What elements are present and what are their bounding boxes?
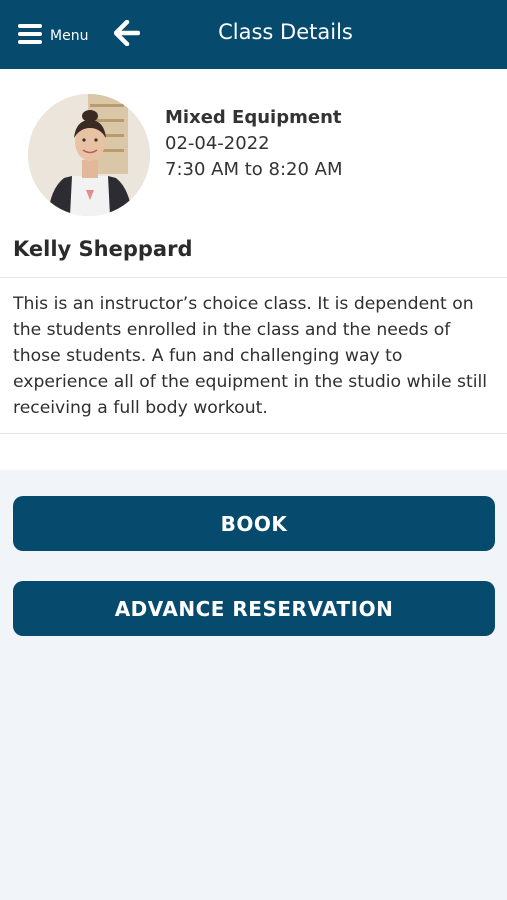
advance-reservation-button[interactable]: ADVANCE RESERVATION — [13, 581, 495, 636]
class-details-card: Mixed Equipment 02-04-2022 7:30 AM to 8:… — [0, 69, 507, 470]
class-date: 02-04-2022 — [165, 133, 270, 154]
class-description: This is an instructor’s choice class. It… — [13, 294, 488, 418]
instructor-photo — [28, 94, 150, 216]
class-name: Mixed Equipment — [165, 107, 342, 128]
instructor-name: Kelly Sheppard — [13, 237, 193, 261]
class-time: 7:30 AM to 8:20 AM — [165, 159, 343, 180]
book-button[interactable]: BOOK — [13, 496, 495, 551]
page-title: Class Details — [218, 20, 353, 44]
top-app-bar: Menu Class Details — [0, 0, 507, 69]
divider — [0, 277, 507, 278]
class-info: Mixed Equipment 02-04-2022 7:30 AM to 8:… — [165, 105, 343, 183]
divider — [0, 433, 507, 434]
instructor-avatar — [28, 94, 150, 216]
